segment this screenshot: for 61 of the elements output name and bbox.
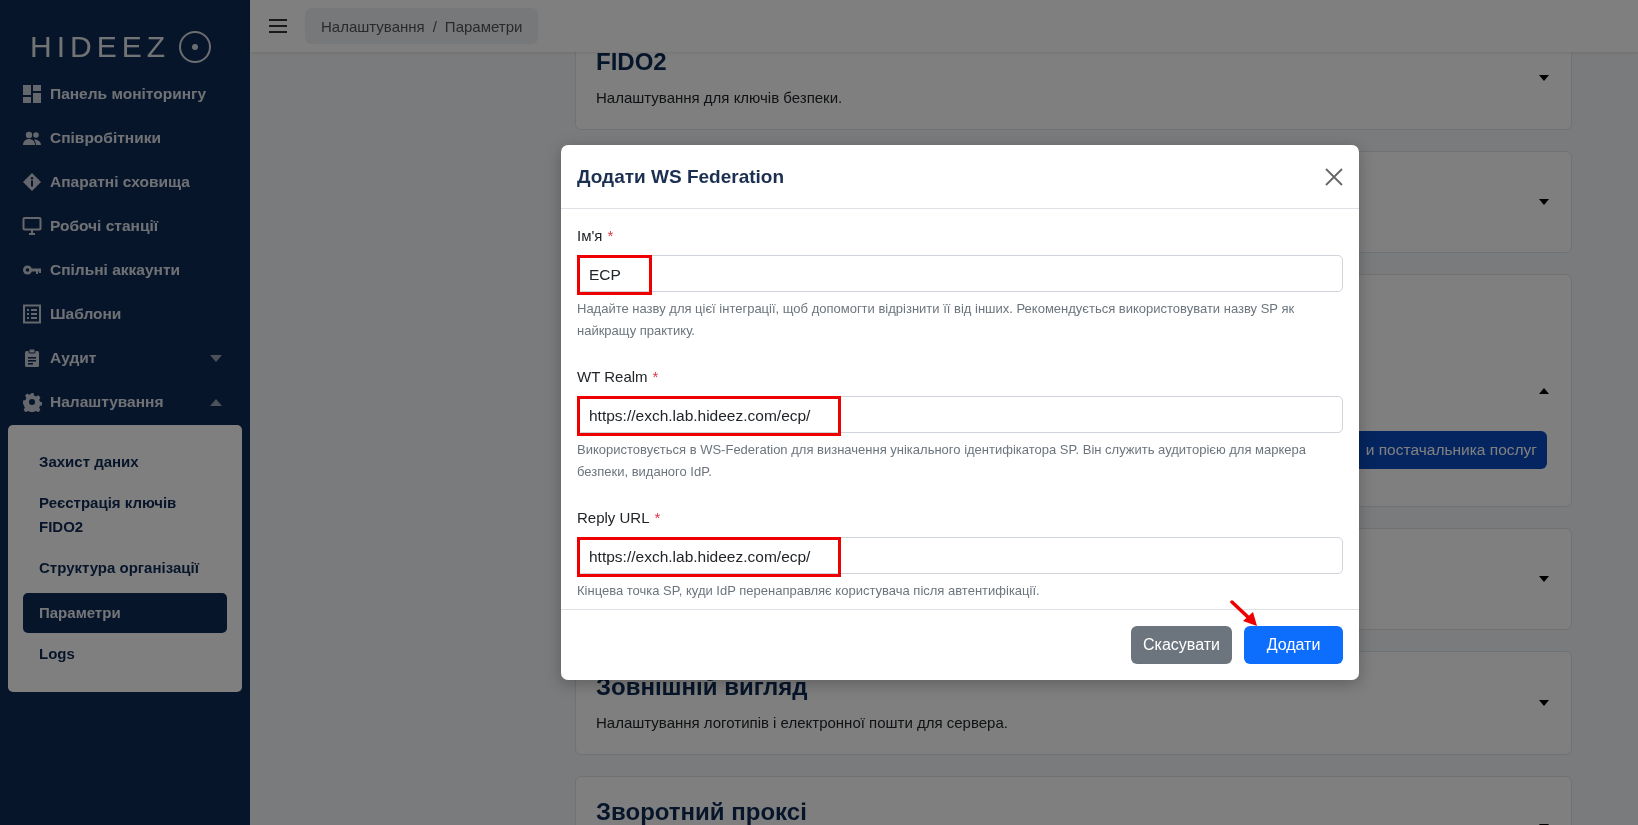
nav-label: Спільні аккаунти: [50, 261, 182, 279]
caret-down-icon[interactable]: [1539, 700, 1549, 706]
nav-label: Аудит: [50, 349, 98, 367]
submenu-item[interactable]: Параметри: [23, 593, 227, 633]
highlighted-value: https://exch.lab.hideez.com/ecp/: [577, 396, 842, 436]
submenu-item[interactable]: Захист даних: [23, 441, 227, 483]
required-mark: *: [652, 367, 659, 387]
card-title: Зворотний проксі: [596, 797, 808, 825]
cancel-button[interactable]: Скасувати: [1131, 626, 1232, 664]
highlighted-value: ECP: [577, 255, 652, 295]
caret-down-icon[interactable]: [1539, 576, 1549, 582]
nav-label: Співробітники: [50, 129, 162, 147]
card-title: FIDO2: [596, 47, 668, 77]
submenu-item[interactable]: Реєстрація ключів FIDO2: [23, 483, 227, 547]
info-icon: [22, 172, 42, 192]
add-button[interactable]: Додати: [1244, 626, 1343, 664]
nav-item[interactable]: Шаблони: [0, 292, 250, 336]
list-icon: [22, 304, 42, 324]
nav-item[interactable]: Робочі станції: [0, 204, 250, 248]
caret-down-icon[interactable]: [1539, 75, 1549, 81]
nav-item[interactable]: Налаштування: [0, 380, 250, 424]
input-field[interactable]: https://exch.lab.hideez.com/ecp/: [577, 537, 1343, 574]
submenu-item[interactable]: Logs: [23, 633, 227, 675]
field-hint: Використовується в WS-Federation для визначення унікального ідентифікатора SP. Він служить аудиторією для маркера безпеки, виданого IdP.: [577, 441, 1307, 481]
input-field[interactable]: ECP: [577, 255, 1343, 292]
nav-label: Налаштування: [50, 393, 165, 411]
required-mark: *: [607, 226, 614, 246]
menu-icon[interactable]: [269, 19, 287, 33]
nav-item[interactable]: Співробітники: [0, 116, 250, 160]
field-label: WT Realm: [577, 367, 648, 387]
nav-item[interactable]: Аудит: [0, 336, 250, 380]
field-label: Reply URL: [577, 508, 650, 528]
caret-down-icon[interactable]: [1539, 199, 1549, 205]
circle-dot-icon: [178, 30, 212, 64]
submenu-item[interactable]: Структура організації: [23, 547, 227, 589]
settings-icon: [22, 392, 42, 412]
required-mark: *: [654, 508, 661, 528]
breadcrumb-item[interactable]: Налаштування: [321, 17, 425, 35]
card-description: Налаштування для ключів безпеки.: [596, 88, 844, 108]
breadcrumb-separator: /: [432, 17, 437, 35]
nav-label: Панель моніторингу: [50, 85, 208, 103]
breadcrumb-item: Параметри: [444, 17, 523, 35]
logo-text: HIDEEZ: [30, 30, 170, 64]
clipboard-icon: [22, 348, 42, 368]
dashboard-icon: [22, 84, 42, 104]
nav-item[interactable]: Панель моніторингу: [0, 72, 250, 116]
input-field[interactable]: https://exch.lab.hideez.com/ecp/: [577, 396, 1343, 433]
caret-up-icon[interactable]: [1539, 387, 1549, 394]
field-hint: Кінцева точка SP, куди IdP перенаправляє користувача після автентифікації.: [577, 582, 1041, 600]
close-icon[interactable]: [1325, 167, 1343, 186]
nav-label: Робочі станції: [50, 217, 160, 235]
nav-label: Шаблони: [50, 305, 123, 323]
monitor-icon: [22, 216, 42, 236]
modal-title: Додати WS Federation: [577, 165, 785, 188]
nav-item[interactable]: Апаратні сховища: [0, 160, 250, 204]
card-description: Налаштування логотипів і електронної пошти для сервера.: [596, 713, 1009, 733]
field-label: Ім'я: [577, 226, 603, 246]
field-hint: Надайте назву для цієї інтеграції, щоб допомогти відрізнити її від інших. Рекомендується використовувати назву SP як найкращу практику.: [577, 300, 1296, 340]
nav-item[interactable]: Спільні аккаунти: [0, 248, 250, 292]
nav-label: Апаратні сховища: [50, 173, 191, 191]
highlighted-value: https://exch.lab.hideez.com/ecp/: [577, 537, 842, 577]
